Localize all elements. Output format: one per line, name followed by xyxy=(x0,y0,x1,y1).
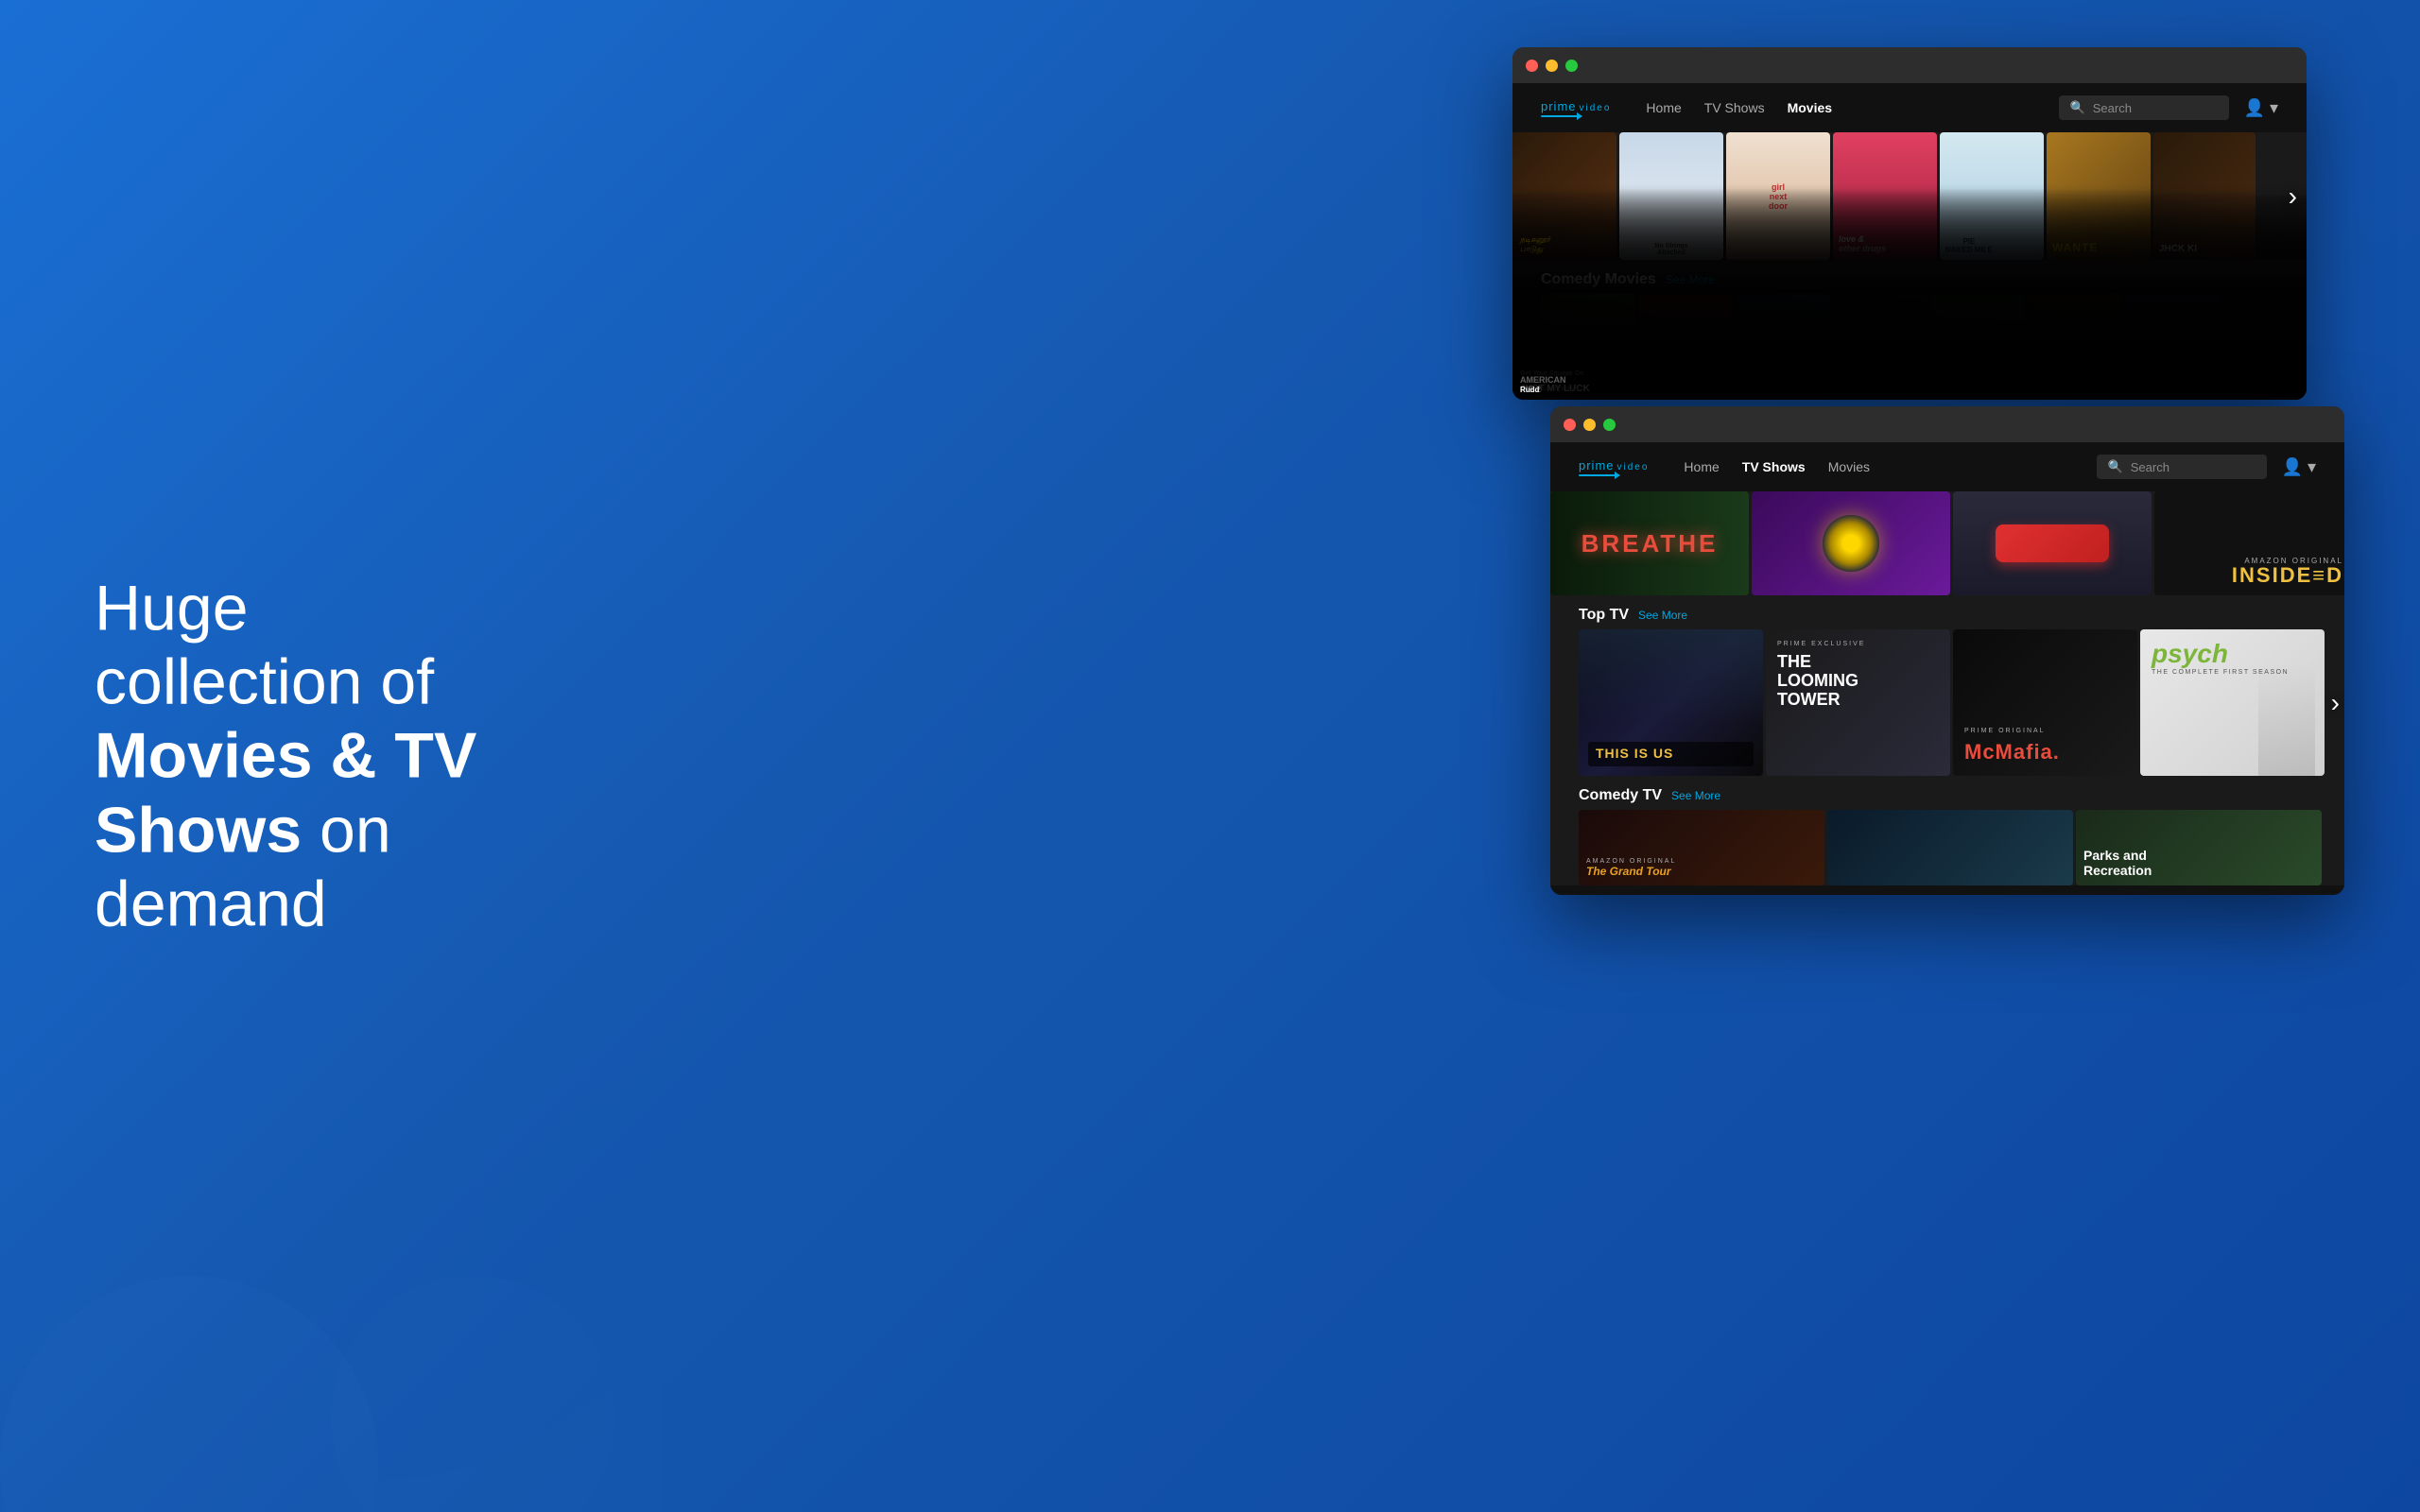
parks-rec-card[interactable]: Parks andRecreation xyxy=(2076,810,2322,885)
inside-edge-card[interactable]: AMAZON ORIGINAL INSIDE≡D xyxy=(2154,491,2344,595)
grand-tour-title: The Grand Tour xyxy=(1586,865,1817,878)
comedy-tv-see-more[interactable]: See More xyxy=(1671,789,1720,802)
this-is-us-card[interactable]: THIS IS US xyxy=(1579,629,1763,776)
headline-line2: collection of xyxy=(95,646,434,718)
looming-tower-title: THELOOMINGTOWER xyxy=(1777,653,1939,709)
rudd-label: Rudd xyxy=(2125,386,2220,388)
this-is-us-bg xyxy=(1579,629,1763,724)
comedy-tv-header: Comedy TV See More xyxy=(1550,776,2344,810)
top-tv-title: Top TV xyxy=(1579,607,1629,624)
this-is-us-title: THIS IS US xyxy=(1596,746,1673,761)
top-browser-window: prime video Home TV Shows Movies 🔍 Searc… xyxy=(1512,47,2307,400)
headline-movies-tv: Movies & TV xyxy=(95,720,476,792)
bottom-prime-text: prime xyxy=(1579,458,1615,472)
dj-vinyl xyxy=(1823,515,1879,572)
tv-next-button[interactable]: › xyxy=(2331,688,2340,718)
bottom-title-bar xyxy=(1550,406,2344,442)
comedy-movies-row: From the director of40-YEAR-OLD VIRGINKN… xyxy=(1512,294,2307,388)
bottom-close-button[interactable] xyxy=(1564,419,1576,431)
top-tv-section-container: THIS IS US PRIME EXCLUSIVE THELOOMINGTOW… xyxy=(1550,629,2344,776)
breathe-text: BREATHE xyxy=(1582,529,1719,558)
looming-tower-card[interactable]: PRIME EXCLUSIVE THELOOMINGTOWER xyxy=(1766,629,1950,776)
bottom-minimize-button[interactable] xyxy=(1583,419,1596,431)
bottom-search-label: Search xyxy=(2131,460,2169,474)
nav-tv-shows-bottom[interactable]: TV Shows xyxy=(1740,455,1807,478)
prime-exclusive-badge: PRIME EXCLUSIVE xyxy=(1777,641,1939,647)
bottom-browser-window: prime video Home TV Shows Movies 🔍 Searc… xyxy=(1550,406,2344,895)
comedy-card-rudd[interactable]: Rudd xyxy=(2125,294,2220,388)
bottom-maximize-button[interactable] xyxy=(1603,419,1616,431)
comedy-tv-card-2[interactable] xyxy=(1827,810,2073,885)
top-tv-see-more[interactable]: See More xyxy=(1638,609,1687,622)
headline-demand: demand xyxy=(95,868,327,939)
bottom-padding xyxy=(1550,885,2344,895)
psych-card[interactable]: psych THE COMPLETE FIRST SEASON xyxy=(2140,629,2325,776)
bottom-nav-links: Home TV Shows Movies xyxy=(1682,455,2096,478)
mcmafia-card[interactable]: PRIME ORIGINAL McMafia. xyxy=(1953,629,2137,776)
psych-person xyxy=(2258,662,2315,776)
parks-rec-title: Parks andRecreation xyxy=(2083,849,2152,878)
grand-tour-card[interactable]: AMAZON ORIGINAL The Grand Tour xyxy=(1579,810,1824,885)
amazon-original-badge-grand: AMAZON ORIGINAL xyxy=(1586,858,1817,865)
nav-movies-bottom[interactable]: Movies xyxy=(1826,455,1872,478)
dj-card[interactable] xyxy=(1752,491,1950,595)
bottom-user-icon[interactable]: 👤 ▾ xyxy=(2282,457,2316,477)
left-hero-text: Huge collection of Movies & TV Shows on … xyxy=(95,572,492,941)
inside-d-text: INSIDE≡D xyxy=(2232,565,2343,586)
comedy-tv-row: AMAZON ORIGINAL The Grand Tour Parks and… xyxy=(1550,810,2344,885)
comedy-tv-bg-2 xyxy=(1827,810,2073,885)
windows-area: prime video Home TV Shows Movies 🔍 Searc… xyxy=(1512,47,2344,1465)
top-tv-header: Top TV See More xyxy=(1550,595,2344,629)
car-shape xyxy=(1996,524,2109,562)
bottom-prime-logo: prime video xyxy=(1579,458,1649,476)
bottom-hero-section: BREATHE AMAZON xyxy=(1550,491,2344,595)
hero-next-button-top[interactable]: › xyxy=(2289,181,2297,212)
background-decoration xyxy=(0,1134,662,1512)
bottom-nav-bar: prime video Home TV Shows Movies 🔍 Searc… xyxy=(1550,442,2344,491)
bottom-video-text: video xyxy=(1617,462,1650,472)
nav-home-bottom[interactable]: Home xyxy=(1682,455,1720,478)
this-is-us-overlay: THIS IS US xyxy=(1588,742,1754,766)
prime-original-badge: PRIME ORIGINAL xyxy=(1964,728,2126,734)
mcmafia-title: McMafia. xyxy=(1964,740,2126,765)
comedy-tv-title: Comedy TV xyxy=(1579,787,1662,804)
bottom-hero-row: BREATHE AMAZON xyxy=(1550,491,2344,595)
search-icon-bottom: 🔍 xyxy=(2108,459,2123,474)
headline-shows: Shows xyxy=(95,794,302,866)
bottom-search-bar[interactable]: 🔍 Search xyxy=(2097,455,2267,479)
car-card[interactable] xyxy=(1953,491,2152,595)
headline-line1: Huge xyxy=(95,573,249,644)
top-tv-row: THIS IS US PRIME EXCLUSIVE THELOOMINGTOW… xyxy=(1550,629,2344,776)
breathe-card[interactable]: BREATHE xyxy=(1550,491,1749,595)
